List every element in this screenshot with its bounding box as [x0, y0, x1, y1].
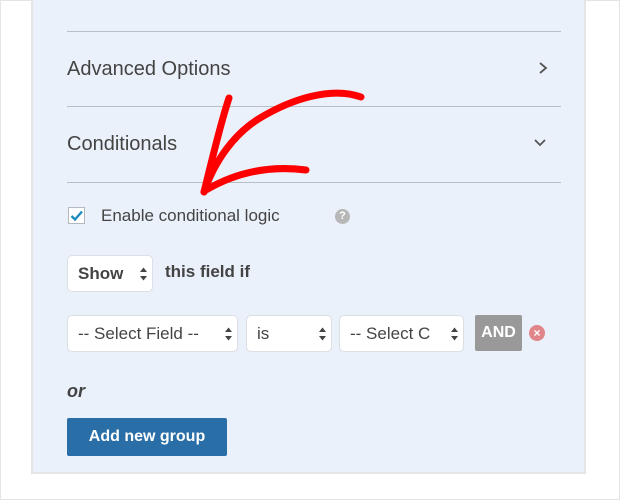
operator-dropdown[interactable]: is — [246, 315, 332, 352]
enable-conditional-logic-checkbox[interactable] — [68, 207, 85, 224]
section-advanced-options[interactable]: Advanced Options — [67, 58, 230, 81]
this-field-if-label: this field if — [165, 262, 250, 281]
select-choice-dropdown[interactable]: -- Select C — [339, 315, 464, 352]
show-hide-select[interactable]: Show — [67, 255, 153, 292]
section-conditionals[interactable]: Conditionals — [67, 133, 177, 156]
select-arrows-icon — [225, 327, 232, 340]
divider — [67, 106, 561, 107]
divider — [67, 182, 561, 183]
select-arrows-icon — [140, 267, 147, 280]
remove-rule-icon[interactable]: × — [529, 325, 545, 341]
select-arrows-icon — [319, 327, 326, 340]
chevron-right-icon[interactable] — [533, 58, 553, 78]
select-field-value: -- Select Field -- — [78, 323, 199, 343]
show-hide-value: Show — [78, 263, 124, 283]
help-icon[interactable]: ? — [335, 209, 350, 224]
select-choice-value: -- Select C — [350, 323, 431, 343]
select-arrows-icon — [451, 327, 458, 340]
divider — [67, 31, 561, 32]
checkmark-icon — [70, 210, 83, 222]
or-label: or — [67, 381, 85, 401]
chevron-down-icon[interactable] — [530, 133, 550, 153]
operator-value: is — [257, 323, 270, 343]
select-field-dropdown[interactable]: -- Select Field -- — [67, 315, 238, 352]
enable-conditional-logic-label[interactable]: Enable conditional logic — [101, 206, 280, 226]
and-rule-button[interactable]: AND — [475, 315, 522, 351]
add-new-group-button[interactable]: Add new group — [67, 418, 227, 456]
